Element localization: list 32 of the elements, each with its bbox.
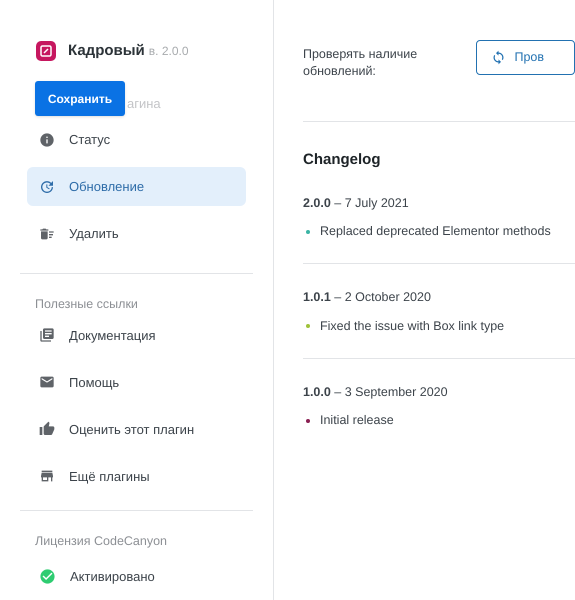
change-text: Fixed the issue with Box link type <box>320 318 504 335</box>
refresh-icon <box>39 178 55 194</box>
info-icon <box>39 132 55 148</box>
change-text: Replaced deprecated Elementor methods <box>320 223 551 240</box>
trash-icon <box>39 226 55 242</box>
mail-icon <box>39 374 55 390</box>
nav-item[interactable]: Обновление <box>27 167 246 206</box>
release-heading: 1.0.1 – 2 October 2020 <box>303 289 432 306</box>
nav-item[interactable]: Статус <box>27 120 246 159</box>
store-icon <box>39 468 55 484</box>
section-heading: Лицензия CodeCanyon <box>35 532 168 550</box>
books-icon <box>39 327 55 344</box>
check-label: Проверять наличие обновлений: <box>303 46 418 80</box>
link-item[interactable]: Помощь <box>27 362 246 402</box>
plugin-version: в. 2.0.0 <box>148 42 189 60</box>
link-item[interactable]: Ещё плагины <box>27 456 246 496</box>
nav-item[interactable]: Удалить <box>27 214 246 253</box>
link-item[interactable]: Оценить этот плагин <box>27 410 246 449</box>
save-button[interactable]: Сохранить <box>35 81 125 116</box>
plugin-name: Кадровый <box>68 40 145 61</box>
thumbs-up-icon <box>39 421 55 438</box>
release-heading: 2.0.0 – 7 July 2021 <box>303 194 410 212</box>
section-heading: Полезные ссылки <box>35 296 139 313</box>
release-heading: 1.0.0 – 3 September 2020 <box>303 384 449 401</box>
license-status: Активировано <box>70 568 155 586</box>
changelog-title: Changelog <box>303 150 382 170</box>
change-text: Initial release <box>320 412 394 430</box>
hidden-label: агина <box>127 94 161 113</box>
logo-icon <box>36 41 56 61</box>
sync-icon <box>491 50 506 65</box>
link-item[interactable]: Документация <box>27 316 246 355</box>
check-button[interactable]: Пров <box>476 40 575 75</box>
